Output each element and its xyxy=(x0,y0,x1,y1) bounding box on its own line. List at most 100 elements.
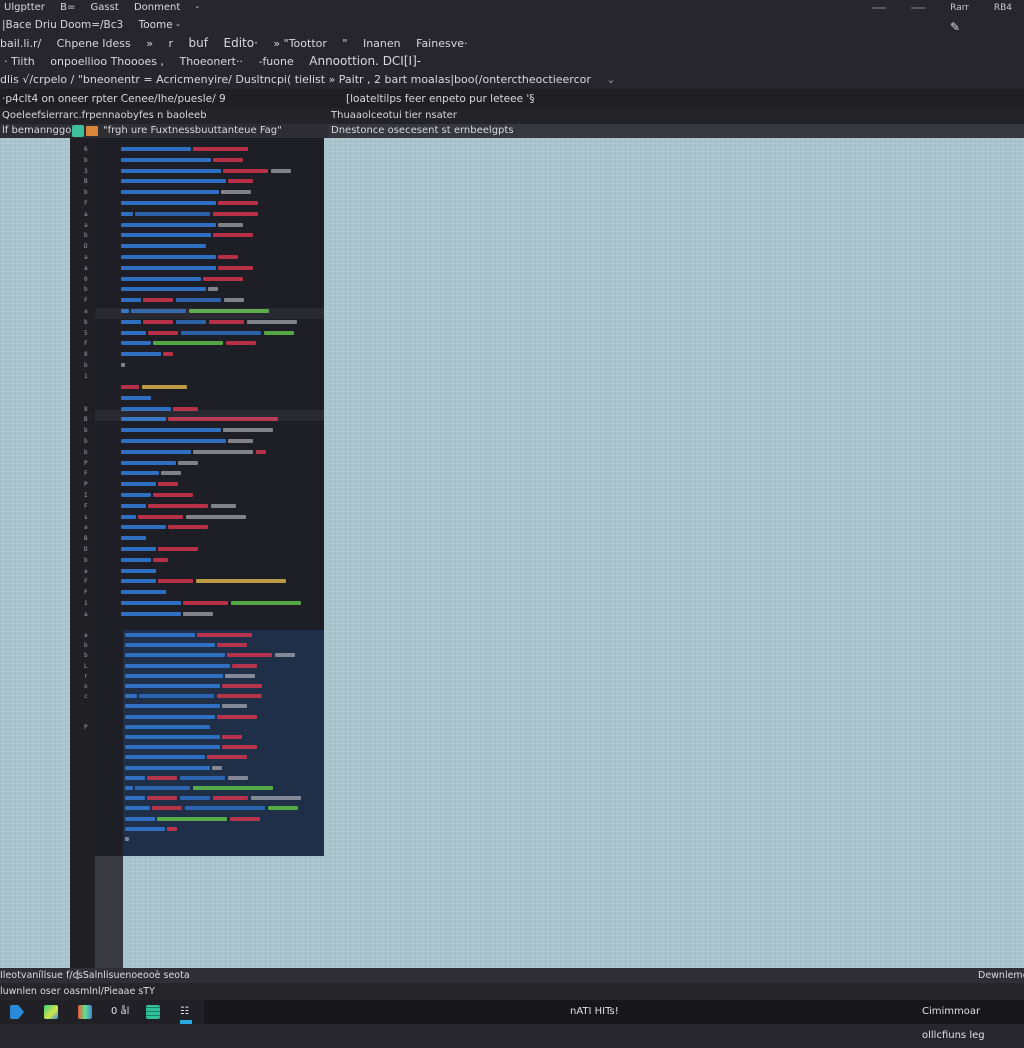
path-bar[interactable]: dlis √/crpelo / "bneonentr = Acricmenyir… xyxy=(0,70,1024,90)
menu-item[interactable]: buf xyxy=(189,34,208,52)
code-token xyxy=(148,330,178,335)
code-token xyxy=(121,482,156,487)
menu-item[interactable]: " xyxy=(342,35,347,53)
tab-left[interactable]: Qoeleefsierrarc.frpennaobyfes n baoleeb xyxy=(0,110,207,121)
code-token xyxy=(158,482,178,487)
menu-item[interactable]: Fainesve· xyxy=(416,35,467,53)
menu-item[interactable]: |Bace Driu Doom=/Bc3 xyxy=(2,16,123,34)
scroll-gutter[interactable] xyxy=(95,856,123,968)
code-token xyxy=(218,222,243,227)
code-token xyxy=(121,514,136,519)
code-token xyxy=(183,601,228,605)
maximize-icon[interactable] xyxy=(911,6,926,9)
spreadsheet-icon[interactable] xyxy=(146,1005,160,1019)
menu-row-3: bail.li.r/ Chpene Idess » r buf Edito· »… xyxy=(0,34,1024,52)
status-bar-1: Ileotvaníllsue f/cs [ Salnlisuenoeooè se… xyxy=(0,968,1024,983)
code-line xyxy=(95,436,324,447)
menu-item[interactable]: r xyxy=(169,35,174,53)
line-number: a xyxy=(84,210,88,218)
code-token xyxy=(193,786,273,790)
code-line xyxy=(95,512,324,523)
code-token xyxy=(222,735,242,739)
code-token xyxy=(223,168,268,173)
menu-item[interactable]: Toome - xyxy=(139,16,180,34)
app-menu-3[interactable]: Gasst xyxy=(91,0,119,16)
app-menu-5[interactable]: - xyxy=(195,0,199,16)
line-number: F xyxy=(84,578,88,586)
code-token xyxy=(121,471,159,476)
menu-item[interactable]: bail.li.r/ xyxy=(0,35,41,53)
menu-item[interactable]: · Tiith xyxy=(4,53,35,71)
line-number: 0 xyxy=(84,275,88,283)
code-token xyxy=(193,449,253,454)
pin-icon[interactable]: ✎ xyxy=(950,20,960,34)
code-line xyxy=(95,382,324,393)
code-line xyxy=(95,393,324,404)
menu-item[interactable]: Chpene Idess xyxy=(57,35,131,53)
code-line xyxy=(95,284,324,295)
app-menu-1[interactable]: Ulgptter xyxy=(4,0,45,16)
tab-right[interactable]: Thuaaolceotui tier nsater xyxy=(331,108,457,124)
menu-item[interactable]: onpoellioo Thoooes , xyxy=(50,53,164,71)
code-token xyxy=(148,503,208,508)
file-name[interactable]: "frgh ure Fuxtnessbuuttanteue Fag" xyxy=(103,124,282,138)
code-token xyxy=(121,363,125,367)
code-token xyxy=(228,439,253,443)
code-token xyxy=(147,796,177,801)
code-token xyxy=(121,590,166,595)
code-editor[interactable] xyxy=(95,138,324,856)
image-editor-icon[interactable] xyxy=(44,1005,58,1019)
menu-item[interactable]: Thoeonert·· xyxy=(179,53,243,71)
taskbar-center-label[interactable]: nATI HITs! xyxy=(570,1000,619,1024)
toolbar-left-text: ·p4clt4 on oneer rpter Cenee/Ihe/puesle/… xyxy=(2,93,226,105)
taskbar-right-label[interactable]: Cimimmoar olllcfiuns leg xyxy=(922,1000,1024,1048)
code-token xyxy=(121,536,146,541)
menu-item[interactable]: Edito· xyxy=(224,34,258,52)
line-gutter-strip: 6b3BbFaabDaa0bFab5F8b18BbbbPFPIFsaBDbaFF… xyxy=(70,138,95,968)
gallery-icon[interactable] xyxy=(78,1005,92,1019)
menu-item[interactable]: » "Toottor xyxy=(273,35,326,53)
code-token xyxy=(213,233,253,238)
code-token xyxy=(121,525,166,530)
code-token xyxy=(121,460,176,465)
code-line xyxy=(95,587,324,598)
code-token xyxy=(121,222,216,227)
app-menu-2[interactable]: B= xyxy=(60,0,75,16)
app-menu-4[interactable]: Donment xyxy=(134,0,180,16)
minimize-icon[interactable] xyxy=(872,6,887,9)
menu-item[interactable]: -fuone xyxy=(258,53,293,71)
code-token xyxy=(178,460,198,465)
text-app-icon[interactable]: 0 ål xyxy=(111,1000,129,1024)
code-token xyxy=(227,653,272,658)
code-token xyxy=(208,287,218,292)
window-control-1[interactable]: Rarr xyxy=(950,0,969,16)
window-control-2[interactable]: RB4 xyxy=(994,0,1012,16)
menu-item[interactable]: Annoottion. DCI[I]- xyxy=(309,52,421,70)
code-token xyxy=(121,168,221,173)
line-number: a xyxy=(84,254,88,261)
code-line xyxy=(95,187,324,198)
code-token xyxy=(268,806,298,811)
line-number: b xyxy=(84,556,88,564)
code-token xyxy=(121,147,191,151)
line-number: P xyxy=(84,481,88,489)
code-token xyxy=(121,579,156,584)
code-line xyxy=(95,155,324,166)
line-number: 3 xyxy=(84,167,88,175)
code-line xyxy=(95,274,324,285)
code-line xyxy=(95,263,324,274)
code-line xyxy=(95,230,324,241)
code-token xyxy=(135,786,190,790)
chevron-down-icon[interactable]: ⌄ xyxy=(606,70,615,90)
code-line xyxy=(95,144,324,155)
code-token xyxy=(197,633,252,637)
code-token xyxy=(125,837,129,841)
menu-item[interactable]: Inanen xyxy=(363,35,401,53)
code-token xyxy=(125,786,133,790)
code-token xyxy=(143,319,173,324)
line-number: a xyxy=(84,632,88,639)
code-line xyxy=(95,176,324,187)
code-token xyxy=(217,643,247,648)
menu-item[interactable]: » xyxy=(146,35,153,53)
